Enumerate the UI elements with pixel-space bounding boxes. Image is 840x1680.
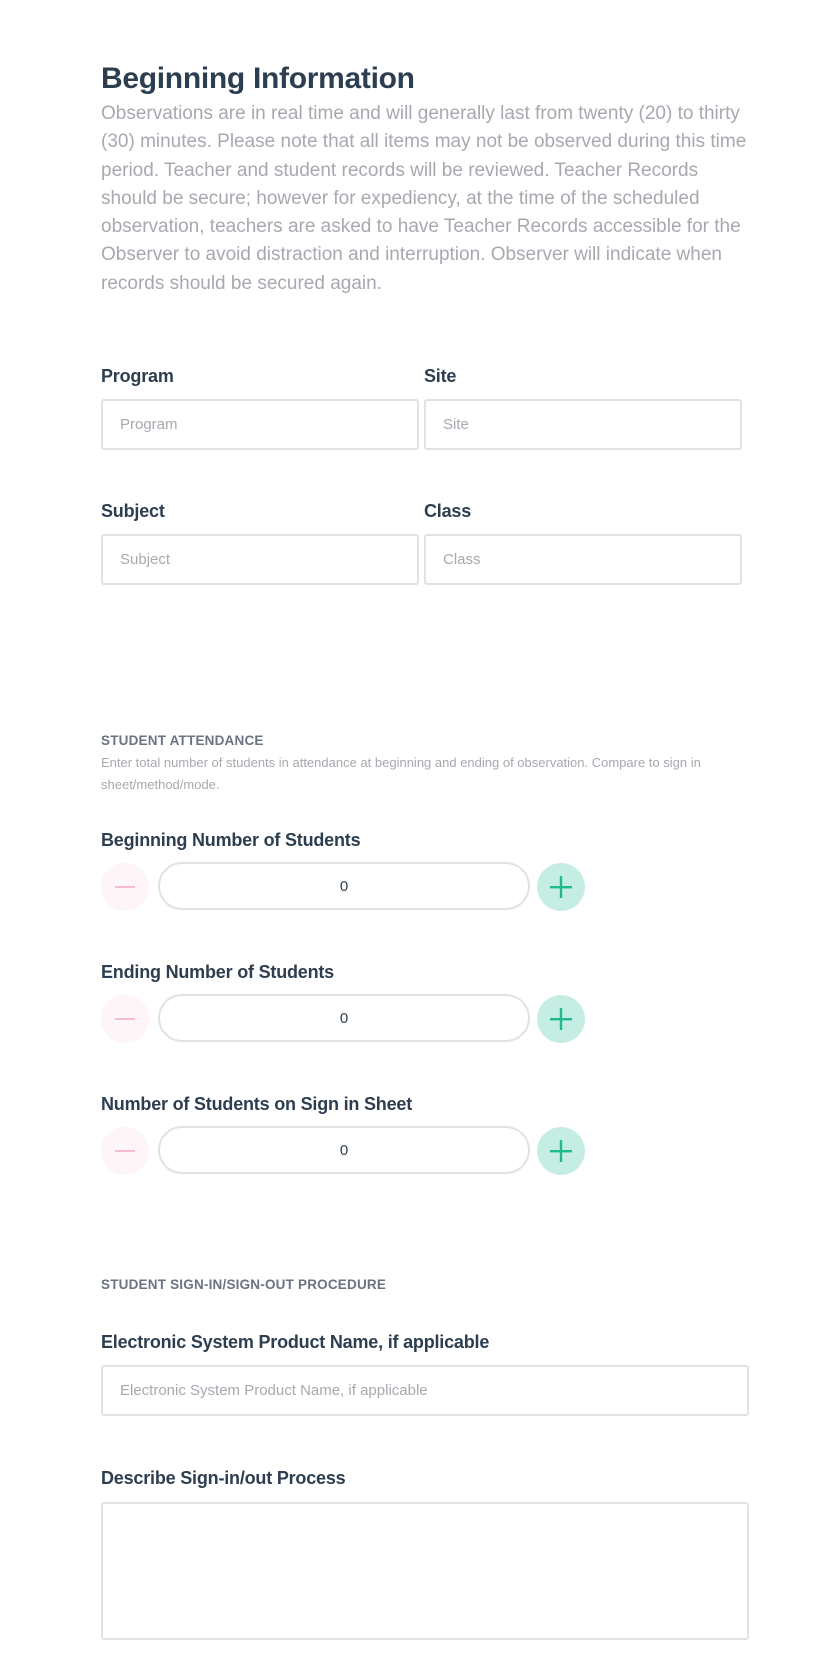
- program-label: Program: [101, 366, 174, 386]
- minus-icon: [115, 886, 135, 888]
- site-input[interactable]: [424, 399, 742, 450]
- beginning-students-input[interactable]: [158, 862, 530, 910]
- signin-section-title: STUDENT SIGN-IN/SIGN-OUT PROCEDURE: [101, 1277, 387, 1292]
- sign-in-sheet-students-input[interactable]: [158, 1126, 530, 1174]
- decrement-button[interactable]: [101, 995, 149, 1043]
- class-label: Class: [424, 501, 472, 521]
- minus-icon: [115, 1018, 135, 1020]
- minus-icon: [115, 1150, 135, 1152]
- attendance-section-description: Enter total number of students in attend…: [101, 755, 701, 792]
- intro-text: Observations are in real time and will g…: [101, 103, 747, 294]
- beginning-students-label: Beginning Number of Students: [101, 830, 361, 850]
- site-label: Site: [424, 366, 457, 386]
- plus-icon: [550, 1140, 572, 1162]
- plus-icon: [550, 876, 572, 898]
- increment-button[interactable]: [537, 995, 585, 1043]
- ending-students-label: Ending Number of Students: [101, 962, 334, 982]
- class-input[interactable]: [424, 534, 742, 585]
- ending-students-stepper: [101, 994, 591, 1044]
- subject-label: Subject: [101, 501, 165, 521]
- decrement-button[interactable]: [101, 863, 149, 911]
- increment-button[interactable]: [537, 863, 585, 911]
- increment-button[interactable]: [537, 1127, 585, 1175]
- plus-icon: [550, 1008, 572, 1030]
- ending-students-input[interactable]: [158, 994, 530, 1042]
- decrement-button[interactable]: [101, 1127, 149, 1175]
- product-name-label: Electronic System Product Name, if appli…: [101, 1332, 490, 1352]
- attendance-section-title: STUDENT ATTENDANCE: [101, 733, 264, 748]
- program-input[interactable]: [101, 399, 419, 450]
- page-title: Beginning Information: [101, 62, 415, 95]
- product-name-input[interactable]: [101, 1365, 749, 1416]
- beginning-students-stepper: [101, 862, 591, 912]
- sign-in-sheet-students-stepper: [101, 1126, 591, 1176]
- process-textarea[interactable]: [101, 1502, 749, 1640]
- subject-input[interactable]: [101, 534, 419, 585]
- sign-in-sheet-students-label: Number of Students on Sign in Sheet: [101, 1094, 413, 1114]
- process-label: Describe Sign-in/out Process: [101, 1468, 346, 1488]
